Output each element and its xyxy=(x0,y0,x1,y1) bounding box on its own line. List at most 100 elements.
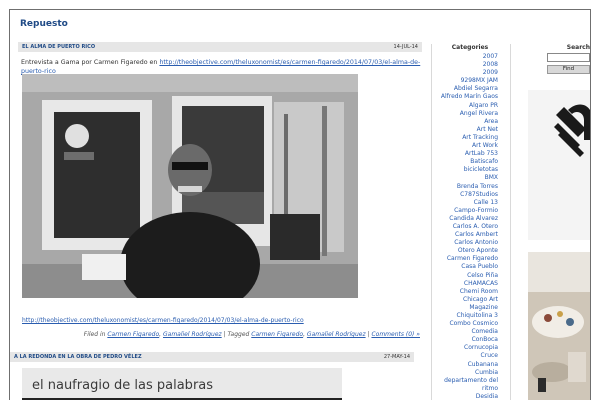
category-item: Calle 13 xyxy=(432,199,498,207)
comments-link[interactable]: Comments (0) » xyxy=(371,331,420,338)
category-item: 2007 xyxy=(432,53,498,61)
page-frame: Repuesto EL ALMA DE PUERTO RICO 14-JUL-1… xyxy=(9,9,591,400)
post-header-2: A LA REDONDA EN LA OBRA DE PEDRO VÉLEZ 2… xyxy=(10,352,414,362)
category-item: Cruce xyxy=(432,352,498,360)
category-link[interactable]: ArtLab 753 xyxy=(465,150,498,157)
category-link[interactable]: Brenda Torres xyxy=(457,183,498,190)
tag-link-gamaliel-rodriguez[interactable]: Gamaliel Rodríguez xyxy=(307,331,366,338)
category-item: Carmen Figaredo xyxy=(432,255,498,263)
category-item: Batiscafo xyxy=(432,158,498,166)
post-header: EL ALMA DE PUERTO RICO 14-JUL-14 xyxy=(18,42,422,52)
category-item: ConBoca xyxy=(432,336,498,344)
find-button[interactable]: Find xyxy=(547,65,590,74)
category-link[interactable]: Magazine xyxy=(469,304,498,311)
category-item: 9298MX JAM xyxy=(432,77,498,85)
post-date-2: 27-MAY-14 xyxy=(383,354,410,360)
category-link[interactable]: Abdiel Segarra xyxy=(454,85,498,92)
category-link[interactable]: Alfredo Marín Gaos xyxy=(441,93,498,100)
category-item: Campo-Formio xyxy=(432,207,498,215)
category-item: Chicago Art xyxy=(432,296,498,304)
category-item: Art Net xyxy=(432,126,498,134)
category-link[interactable]: Celso Piña xyxy=(467,272,498,279)
category-link[interactable]: 2009 xyxy=(483,69,498,76)
intro-text: Entrevista a Gama por Carmen Figaredo en xyxy=(21,59,160,66)
category-link[interactable]: Chemi Room xyxy=(460,288,498,295)
category-link[interactable]: Carmen Figaredo xyxy=(447,255,498,262)
category-item: Cubanana xyxy=(432,361,498,369)
category-link[interactable]: Casa Pueblo xyxy=(461,263,498,270)
category-link[interactable]: Candida Alvarez xyxy=(449,215,498,222)
site-title[interactable]: Repuesto xyxy=(20,19,68,29)
category-link[interactable]: Carlos A. Otero xyxy=(453,223,498,230)
category-link[interactable]: Desidia xyxy=(476,393,498,400)
category-link[interactable]: Art Net xyxy=(477,126,498,133)
category-link[interactable]: Otero Aponte xyxy=(458,247,498,254)
category-item: ArtLab 753 xyxy=(432,150,498,158)
category-link[interactable]: Chicago Art xyxy=(463,296,498,303)
category-link[interactable]: CHAMACAS xyxy=(464,280,498,287)
category-link[interactable]: Chiquitolina 3 xyxy=(457,312,499,319)
category-link[interactable]: Algaro PR xyxy=(469,102,498,109)
category-link[interactable]: Cumbia xyxy=(475,369,498,376)
search-label: Search xyxy=(566,44,590,51)
category-item: Desidia xyxy=(432,393,498,400)
category-item: Celso Piña xyxy=(432,272,498,280)
category-link[interactable]: 9298MX JAM xyxy=(461,77,498,84)
category-item: departamento del xyxy=(432,377,498,385)
category-item: Carlos Ambert xyxy=(432,231,498,239)
categories-list: 2007 2008 2009 9298MX JAM Abdiel Segarra Alfr… xyxy=(432,53,498,400)
category-link[interactable]: Cubanana xyxy=(468,361,498,368)
category-link[interactable]: Art Tracking xyxy=(462,134,498,141)
category-item: Abdiel Segarra xyxy=(432,85,498,93)
category-link[interactable]: Batiscafo xyxy=(470,158,498,165)
category-link[interactable]: C787Studios xyxy=(460,191,498,198)
post-body-link[interactable]: http://theobjective.com/theluxonomist/es… xyxy=(22,317,304,324)
category-item: Chemi Room xyxy=(432,288,498,296)
category-link[interactable]: BMX xyxy=(485,174,498,181)
category-link[interactable]: Area xyxy=(484,118,498,125)
category-link[interactable]: Campo-Formio xyxy=(454,207,498,214)
category-item: Carlos A. Otero xyxy=(432,223,498,231)
category-link[interactable]: Cornucopia xyxy=(464,344,498,351)
filed-in-label: Filed in xyxy=(83,331,108,338)
category-link[interactable]: Combo Cosmico xyxy=(449,320,498,327)
category-link-gamaliel-rodriguez[interactable]: Gamaliel Rodríguez xyxy=(163,331,222,338)
main-content: EL ALMA DE PUERTO RICO 14-JUL-14 Entrevi… xyxy=(18,42,422,76)
post-title-link[interactable]: EL ALMA DE PUERTO RICO xyxy=(22,44,95,50)
category-link-carmen-figaredo[interactable]: Carmen Figaredo xyxy=(107,331,159,338)
search-input[interactable] xyxy=(547,53,590,62)
category-item: 2008 xyxy=(432,61,498,69)
category-link[interactable]: Angel Rivera xyxy=(460,110,498,117)
category-item: CHAMACAS xyxy=(432,280,498,288)
category-item: C787Studios xyxy=(432,191,498,199)
tag-link-carmen-figaredo[interactable]: Carmen Figaredo xyxy=(251,331,303,338)
category-item: Otero Aponte xyxy=(432,247,498,255)
category-link[interactable]: departamento del xyxy=(444,377,498,384)
post-meta: Filed in Carmen Figaredo, Gamaliel Rodrí… xyxy=(84,331,420,338)
category-item: 2009 xyxy=(432,69,498,77)
post-date: 14-JUL-14 xyxy=(393,44,418,50)
category-item: Comedia xyxy=(432,328,498,336)
category-item: Combo Cosmico xyxy=(432,320,498,328)
category-item: Cumbia xyxy=(432,369,498,377)
category-item: Carlos Antonio xyxy=(432,239,498,247)
category-link[interactable]: Calle 13 xyxy=(474,199,498,206)
category-item: Art Tracking xyxy=(432,134,498,142)
category-link[interactable]: ConBoca xyxy=(472,336,498,343)
category-link[interactable]: Comedia xyxy=(471,328,498,335)
category-link[interactable]: Cruce xyxy=(481,352,498,359)
category-link[interactable]: Carlos Antonio xyxy=(454,239,498,246)
category-link[interactable]: 2008 xyxy=(483,61,498,68)
post-title-link-2[interactable]: A LA REDONDA EN LA OBRA DE PEDRO VÉLEZ xyxy=(14,354,142,360)
category-item: bicicletotas xyxy=(432,166,498,174)
category-link[interactable]: 2007 xyxy=(483,53,498,60)
category-link[interactable]: bicicletotas xyxy=(464,166,498,173)
category-link[interactable]: Carlos Ambert xyxy=(455,231,498,238)
category-link[interactable]: ritmo xyxy=(482,385,498,392)
post-photo xyxy=(22,74,358,298)
category-link[interactable]: Art Work xyxy=(472,142,498,149)
categories-title: Categories xyxy=(451,44,489,51)
category-item: Area xyxy=(432,118,498,126)
category-item: ritmo xyxy=(432,385,498,393)
category-item: Alfredo Marín Gaos xyxy=(432,93,498,101)
